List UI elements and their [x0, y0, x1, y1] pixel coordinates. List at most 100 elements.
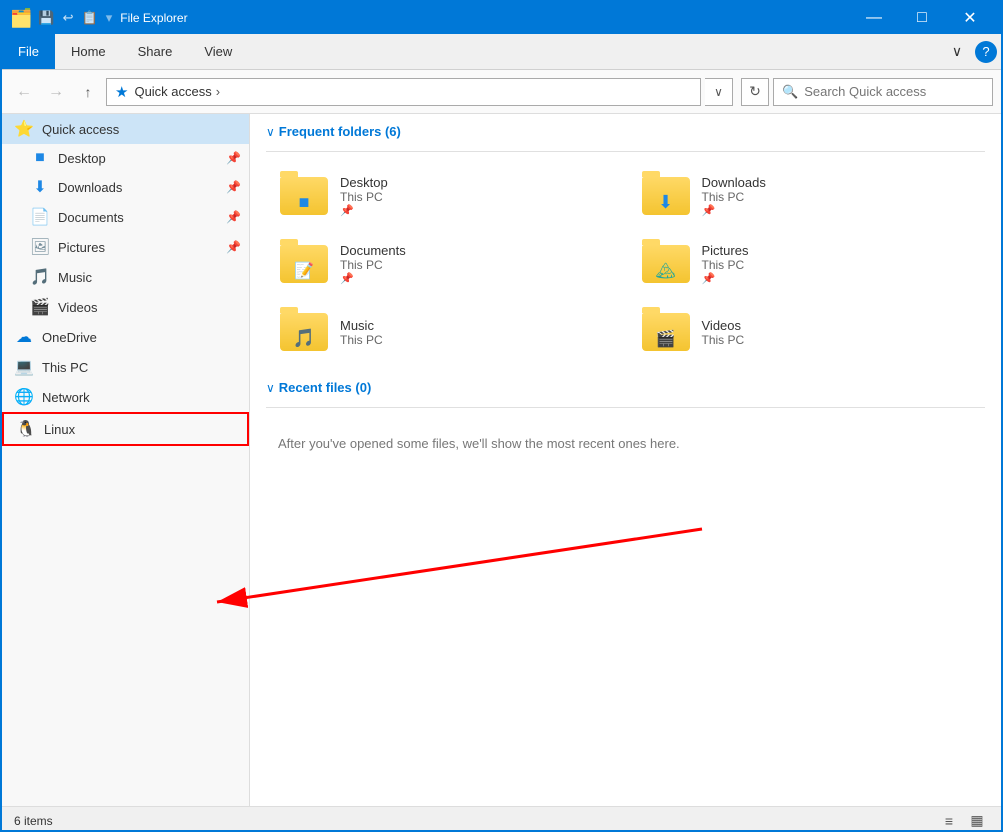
network-icon: 🌐: [14, 387, 34, 407]
folder-item-downloads[interactable]: ⬇ Downloads This PC 📌: [628, 164, 986, 228]
folder-name: Pictures: [702, 243, 749, 258]
folder-icon-desktop: ■: [278, 172, 330, 220]
folder-icon-videos: 🎬: [640, 308, 692, 356]
undo-toolbar-item[interactable]: ↩: [63, 10, 74, 26]
documents-overlay-icon: 📝: [294, 261, 314, 281]
refresh-button[interactable]: ↻: [741, 78, 769, 106]
folder-item-music[interactable]: 🎵 Music This PC: [266, 300, 624, 364]
menu-share[interactable]: Share: [122, 34, 189, 69]
pin-mark: 📌: [702, 204, 766, 217]
sidebar-item-music[interactable]: 🎵 Music: [2, 262, 249, 292]
grid-view-button[interactable]: ▦: [965, 809, 989, 832]
folder-sub: This PC: [702, 258, 749, 272]
folder-icon-music: 🎵: [278, 308, 330, 356]
minimize-button[interactable]: —: [851, 2, 897, 34]
this-pc-icon: 💻: [14, 357, 34, 377]
address-dropdown-button[interactable]: ∨: [705, 78, 733, 106]
folder-item-videos[interactable]: 🎬 Videos This PC: [628, 300, 986, 364]
expand-ribbon-button[interactable]: ∨: [943, 38, 971, 66]
folder-icon-documents: 📝: [278, 240, 330, 288]
pin-mark: 📌: [340, 272, 406, 285]
search-box: 🔍: [773, 78, 993, 106]
quick-access-toolbar-item[interactable]: 💾: [38, 10, 54, 26]
videos-overlay-icon: 🎬: [656, 329, 676, 349]
window-title: File Explorer: [120, 11, 851, 25]
sidebar-item-label: Downloads: [58, 180, 226, 195]
recent-divider: [266, 407, 985, 408]
folder-item-documents[interactable]: 📝 Documents This PC 📌: [266, 232, 624, 296]
folder-sub: This PC: [340, 333, 383, 347]
folder-name: Desktop: [340, 175, 388, 190]
title-bar: 🗂️ 💾 ↩ 📋 ▾ File Explorer — □ ✕: [2, 2, 1001, 34]
quick-access-icon: ⭐: [14, 119, 34, 139]
menu-home[interactable]: Home: [55, 34, 122, 69]
path-chevron-icon: ›: [216, 84, 220, 99]
window-controls: — □ ✕: [851, 2, 993, 34]
folder-name: Videos: [702, 318, 745, 333]
sidebar: ⭐ Quick access ■ Desktop 📌 ⬇ Downloads 📌…: [2, 114, 250, 806]
folder-sub: This PC: [340, 190, 388, 204]
app-window: 🗂️ 💾 ↩ 📋 ▾ File Explorer — □ ✕ File Home…: [0, 0, 1003, 832]
search-icon: 🔍: [782, 84, 798, 100]
sidebar-item-linux[interactable]: 🐧 Linux: [2, 412, 249, 446]
recent-chevron-icon: ∨: [266, 381, 275, 395]
address-path[interactable]: ★ Quick access ›: [106, 78, 701, 106]
help-button[interactable]: ?: [975, 41, 997, 63]
sidebar-item-label: Documents: [58, 210, 226, 225]
maximize-button[interactable]: □: [899, 2, 945, 34]
pin-icon: 📌: [226, 240, 241, 254]
sidebar-item-label: Desktop: [58, 151, 226, 166]
music-overlay-icon: 🎵: [293, 328, 315, 349]
back-button[interactable]: ←: [10, 78, 38, 106]
search-input[interactable]: [804, 84, 984, 99]
frequent-folders-header[interactable]: ∨ Frequent folders (6): [266, 124, 985, 139]
up-button[interactable]: ↑: [74, 78, 102, 106]
documents-icon: 📄: [30, 207, 50, 227]
menu-view[interactable]: View: [188, 34, 248, 69]
sidebar-item-label: Quick access: [42, 122, 241, 137]
pin-mark: 📌: [340, 204, 388, 217]
linux-icon: 🐧: [16, 419, 36, 439]
folder-info-videos: Videos This PC: [702, 318, 745, 347]
sidebar-item-this-pc[interactable]: 💻 This PC: [2, 352, 249, 382]
menu-file[interactable]: File: [2, 34, 55, 69]
frequent-chevron-icon: ∨: [266, 125, 275, 139]
recent-files-header[interactable]: ∨ Recent files (0): [266, 380, 985, 395]
sidebar-item-pictures[interactable]: 🖼 Pictures 📌: [2, 232, 249, 262]
sidebar-item-label: This PC: [42, 360, 241, 375]
folder-grid: ■ Desktop This PC 📌 ⬇: [266, 164, 985, 364]
app-icon: 🗂️: [10, 8, 32, 29]
downloads-icon: ⬇: [30, 177, 50, 197]
toolbar-dropdown[interactable]: ▾: [106, 10, 113, 26]
folder-info-music: Music This PC: [340, 318, 383, 347]
folder-info-desktop: Desktop This PC 📌: [340, 175, 388, 217]
folder-icon-pictures: 🏔: [640, 240, 692, 288]
close-button[interactable]: ✕: [947, 2, 993, 34]
sidebar-item-label: Network: [42, 390, 241, 405]
content-area: ∨ Frequent folders (6) ■ Desktop This PC…: [250, 114, 1001, 806]
videos-icon: 🎬: [30, 297, 50, 317]
sidebar-item-network[interactable]: 🌐 Network: [2, 382, 249, 412]
sidebar-item-label: Linux: [44, 422, 239, 437]
sidebar-item-downloads[interactable]: ⬇ Downloads 📌: [2, 172, 249, 202]
menu-bar-right: ∨ ?: [943, 34, 1001, 69]
recent-files-title: Recent files (0): [279, 380, 371, 395]
sidebar-item-quick-access[interactable]: ⭐ Quick access: [2, 114, 249, 144]
sidebar-item-desktop[interactable]: ■ Desktop 📌: [2, 144, 249, 172]
list-view-button[interactable]: ≡: [937, 809, 961, 832]
folder-name: Music: [340, 318, 383, 333]
forward-button[interactable]: →: [42, 78, 70, 106]
sidebar-item-videos[interactable]: 🎬 Videos: [2, 292, 249, 322]
sidebar-item-label: Pictures: [58, 240, 226, 255]
folder-sub: This PC: [702, 190, 766, 204]
item-count-label: 6 items: [14, 814, 53, 828]
desktop-icon: ■: [30, 149, 50, 167]
pictures-icon: 🖼: [30, 237, 50, 257]
redo-toolbar-item[interactable]: 📋: [82, 10, 98, 26]
sidebar-item-documents[interactable]: 📄 Documents 📌: [2, 202, 249, 232]
sidebar-item-onedrive[interactable]: ☁ OneDrive: [2, 322, 249, 352]
folder-item-desktop[interactable]: ■ Desktop This PC 📌: [266, 164, 624, 228]
main-layout: ⭐ Quick access ■ Desktop 📌 ⬇ Downloads 📌…: [2, 114, 1001, 806]
pin-icon: 📌: [226, 180, 241, 194]
folder-item-pictures[interactable]: 🏔 Pictures This PC 📌: [628, 232, 986, 296]
